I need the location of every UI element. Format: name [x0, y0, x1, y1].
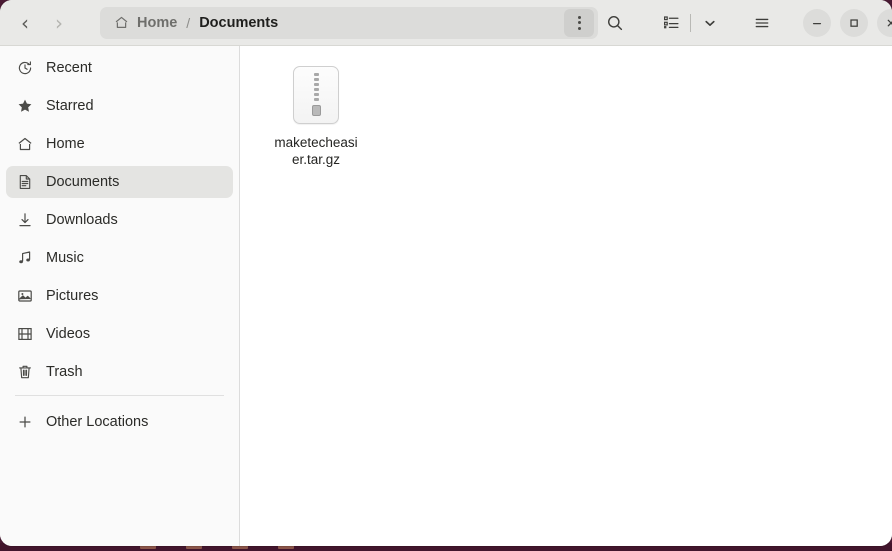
- dot-icon: [577, 15, 581, 19]
- zipper-glyph: [311, 73, 321, 116]
- home-icon: [16, 136, 33, 153]
- home-icon: [114, 15, 129, 30]
- sidebar-item-pictures[interactable]: Pictures: [6, 280, 233, 312]
- maximize-icon: [847, 16, 861, 30]
- sidebar-item-documents[interactable]: Documents: [6, 166, 233, 198]
- sidebar-item-downloads[interactable]: Downloads: [6, 204, 233, 236]
- file-grid[interactable]: maketecheasier.tar.gz: [240, 46, 892, 546]
- breadcrumb-label-home: Home: [137, 14, 178, 31]
- sidebar-item-starred[interactable]: Starred: [6, 90, 233, 122]
- breadcrumb-label-documents: Documents: [199, 14, 279, 31]
- sidebar-label: Starred: [46, 98, 94, 114]
- view-options-button[interactable]: [693, 6, 727, 40]
- main-menu-button[interactable]: [745, 6, 779, 40]
- maximize-button[interactable]: [840, 8, 868, 37]
- sidebar-label: Videos: [46, 326, 91, 342]
- sidebar-label: Recent: [46, 60, 92, 76]
- sidebar-label: Home: [46, 136, 85, 152]
- breadcrumb-separator: /: [186, 14, 191, 31]
- close-button[interactable]: [877, 8, 892, 37]
- file-manager-window: ‹ › Home / Documents Recent Starred Home…: [0, 0, 892, 546]
- sidebar-item-recent[interactable]: Recent: [6, 52, 233, 84]
- search-icon: [606, 14, 624, 32]
- close-icon: [884, 16, 892, 30]
- sidebar-label: Music: [46, 250, 84, 266]
- sidebar-label: Documents: [46, 174, 120, 190]
- dot-icon: [577, 21, 581, 24]
- list-view-icon: [663, 14, 680, 31]
- sidebar-label: Trash: [46, 364, 83, 380]
- sidebar-item-home[interactable]: Home: [6, 128, 233, 160]
- search-button[interactable]: [598, 6, 632, 40]
- file-item-label: maketecheasier.tar.gz: [274, 135, 358, 167]
- minimize-button[interactable]: [803, 8, 831, 37]
- clock-icon: [16, 60, 33, 77]
- chevron-right-icon: ›: [55, 10, 63, 35]
- chevron-down-icon: [702, 15, 718, 31]
- hamburger-menu-icon: [753, 14, 771, 32]
- archive-file-icon: [293, 66, 339, 124]
- back-button[interactable]: ‹: [8, 6, 42, 40]
- sidebar-label: Pictures: [46, 288, 99, 304]
- sidebar-item-other-locations[interactable]: Other Locations: [6, 406, 233, 438]
- sidebar-label: Other Locations: [46, 414, 149, 430]
- sidebar-item-music[interactable]: Music: [6, 242, 233, 274]
- file-item[interactable]: maketecheasier.tar.gz: [268, 60, 364, 168]
- header-actions: [598, 6, 892, 40]
- film-icon: [16, 326, 33, 343]
- path-options-button[interactable]: [564, 8, 594, 37]
- sidebar: Recent Starred Home Documents Downloads …: [0, 46, 240, 546]
- breadcrumb[interactable]: Home / Documents: [100, 6, 598, 39]
- sidebar-label: Downloads: [46, 212, 118, 228]
- sidebar-item-videos[interactable]: Videos: [6, 318, 233, 350]
- list-view-button[interactable]: [654, 6, 688, 40]
- toolbar-divider: [690, 13, 691, 32]
- document-icon: [16, 174, 33, 191]
- breadcrumb-item-home[interactable]: Home: [114, 15, 177, 31]
- plus-icon: [16, 414, 33, 431]
- chevron-left-icon: ‹: [21, 10, 29, 35]
- music-note-icon: [16, 250, 33, 267]
- sidebar-divider: [15, 395, 224, 396]
- star-icon: [16, 98, 33, 115]
- window-body: Recent Starred Home Documents Downloads …: [0, 46, 892, 546]
- header-bar: ‹ › Home / Documents: [0, 0, 892, 46]
- minimize-icon: [810, 16, 824, 30]
- dot-icon: [577, 26, 581, 30]
- trash-icon: [16, 364, 33, 381]
- image-icon: [16, 288, 33, 305]
- forward-button[interactable]: ›: [42, 6, 76, 40]
- sidebar-item-trash[interactable]: Trash: [6, 356, 233, 388]
- breadcrumb-item-documents[interactable]: Documents: [199, 15, 278, 31]
- download-icon: [16, 212, 33, 229]
